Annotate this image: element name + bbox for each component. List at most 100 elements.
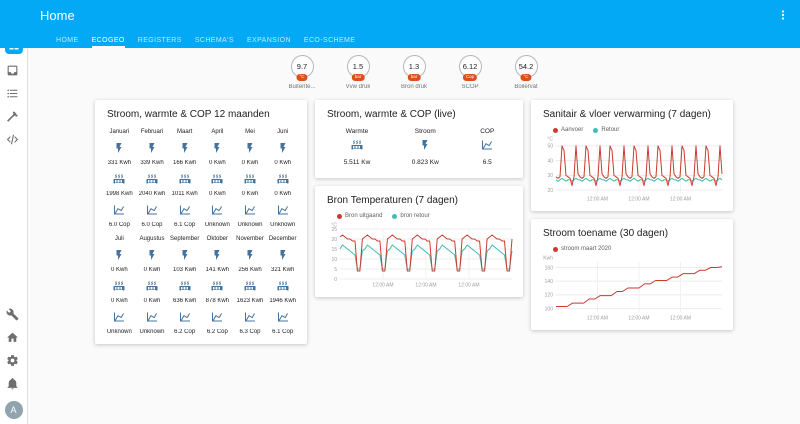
sidebar-item-logbook[interactable] — [6, 87, 21, 102]
entity-value[interactable]: 6.2 Cop — [201, 329, 234, 335]
entity-value[interactable]: Unknown — [103, 329, 136, 335]
entity-icon-cell[interactable] — [266, 202, 299, 217]
entity-value[interactable]: Unknown — [234, 222, 267, 228]
entity-icon-cell[interactable] — [266, 278, 299, 293]
entity-icon-cell[interactable] — [103, 171, 136, 186]
entity-icon-cell[interactable] — [234, 140, 267, 155]
entity-value[interactable]: 0 Kwh — [201, 191, 234, 197]
entity-value[interactable]: Unknown — [266, 222, 299, 228]
entity-value[interactable]: 0 Kwh — [234, 160, 267, 166]
entity-icon-cell[interactable] — [136, 171, 169, 186]
entity-value[interactable]: 0 Kwh — [103, 298, 136, 304]
badge-buitente[interactable]: 9.7°CBuitente... — [280, 55, 324, 90]
user-avatar[interactable]: A — [5, 401, 23, 419]
entity-value[interactable]: 0 Kwh — [266, 160, 299, 166]
entity-value[interactable]: 2040 Kwh — [136, 191, 169, 197]
entity-value[interactable]: 0 Kwh — [234, 191, 267, 197]
sidebar-item-tools[interactable] — [6, 110, 21, 125]
entity-icon-cell[interactable] — [103, 202, 136, 217]
entity-icon-cell[interactable] — [234, 202, 267, 217]
entity-icon-cell[interactable] — [201, 309, 234, 324]
tab-eco-scheme[interactable]: ECO-SCHEME — [304, 37, 355, 48]
entity-value[interactable]: 0 Kwh — [201, 160, 234, 166]
flash-icon — [419, 139, 431, 151]
entity-value[interactable]: 0 Kwh — [136, 298, 169, 304]
badge-boilervat[interactable]: 54.2°CBoilervat — [504, 55, 548, 90]
entity-icon-cell[interactable] — [136, 247, 169, 262]
entity-icon-cell[interactable] — [266, 247, 299, 262]
badge-scop[interactable]: 6.12CopSCOP — [448, 55, 492, 90]
tab-home[interactable]: HOME — [56, 37, 79, 48]
entity-icon-cell[interactable] — [136, 278, 169, 293]
entity-value[interactable]: 0 Kwh — [266, 191, 299, 197]
entity-icon-cell[interactable] — [103, 140, 136, 155]
live-entity-warmte[interactable]: Warmte5.511 Kw — [344, 128, 371, 166]
entity-value[interactable]: 1623 Kwh — [234, 298, 267, 304]
entity-value[interactable]: 321 Kwh — [266, 267, 299, 273]
entity-icon-cell[interactable] — [234, 278, 267, 293]
entity-icon-cell[interactable] — [168, 278, 201, 293]
entity-icon-cell[interactable] — [168, 171, 201, 186]
entity-value[interactable]: 103 Kwh — [168, 267, 201, 273]
entity-icon-cell[interactable] — [168, 140, 201, 155]
entity-icon-cell[interactable] — [201, 140, 234, 155]
entity-value[interactable]: 339 Kwh — [136, 160, 169, 166]
sidebar-item-notifications[interactable] — [6, 377, 21, 392]
sidebar-item-developer-tools[interactable] — [6, 133, 21, 148]
entity-value[interactable]: Unknown — [136, 329, 169, 335]
entity-value[interactable]: 1011 Kwh — [168, 191, 201, 197]
entity-value[interactable]: 878 Kwh — [201, 298, 234, 304]
entity-value[interactable]: 0 Kwh — [103, 267, 136, 273]
entity-icon-cell[interactable] — [103, 309, 136, 324]
entity-icon-cell[interactable] — [201, 171, 234, 186]
entity-value[interactable]: 6.3 Cop — [234, 329, 267, 335]
live-entity-stroom[interactable]: Stroom0.823 Kw — [412, 128, 439, 166]
entity-icon-cell[interactable] — [266, 171, 299, 186]
entity-icon-cell[interactable] — [234, 309, 267, 324]
entity-value[interactable]: 1946 Kwh — [266, 298, 299, 304]
entity-icon-cell[interactable] — [168, 309, 201, 324]
sidebar-item-supervisor[interactable] — [6, 308, 21, 323]
entity-icon-cell[interactable] — [136, 140, 169, 155]
entity-value[interactable]: 6.1 Cop — [168, 222, 201, 228]
badge-bron-druk[interactable]: 1.3barBron druk — [392, 55, 436, 90]
entity-name: Januari — [103, 126, 136, 135]
entity-icon-cell[interactable] — [234, 247, 267, 262]
entity-icon-cell[interactable] — [234, 171, 267, 186]
tab-expansion[interactable]: EXPANSION — [247, 37, 291, 48]
entity-icon-cell[interactable] — [103, 278, 136, 293]
tab-schema-s[interactable]: SCHEMA'S — [195, 37, 234, 48]
sidebar-item-inbox[interactable] — [6, 64, 21, 79]
entity-value[interactable]: 166 Kwh — [168, 160, 201, 166]
entity-icon-cell[interactable] — [201, 247, 234, 262]
tab-ecogeo[interactable]: ECOGEO — [92, 37, 125, 48]
entity-value[interactable]: 6.1 Cop — [266, 329, 299, 335]
entity-value[interactable]: 331 Kwh — [103, 160, 136, 166]
svg-text:12:00 AM: 12:00 AM — [670, 197, 691, 203]
entity-value[interactable]: 6.0 Cop — [136, 222, 169, 228]
entity-icon-cell[interactable] — [201, 202, 234, 217]
entity-icon-cell[interactable] — [201, 278, 234, 293]
sidebar-item-home[interactable] — [6, 331, 21, 346]
entity-icon-cell[interactable] — [266, 140, 299, 155]
entity-value[interactable]: 141 Kwh — [201, 267, 234, 273]
entity-icon-cell[interactable] — [168, 202, 201, 217]
entity-icon-cell[interactable] — [136, 202, 169, 217]
entity-icon-cell[interactable] — [266, 309, 299, 324]
svg-text:50: 50 — [547, 144, 553, 150]
sidebar-item-configuration[interactable] — [6, 354, 21, 369]
entity-value[interactable]: 6.0 Cop — [103, 222, 136, 228]
overflow-menu-button[interactable] — [776, 8, 790, 22]
entity-value[interactable]: 6.2 Cop — [168, 329, 201, 335]
entity-value[interactable]: Unknown — [201, 222, 234, 228]
entity-value[interactable]: 1998 Kwh — [103, 191, 136, 197]
entity-value[interactable]: 256 Kwh — [234, 267, 267, 273]
live-entity-cop[interactable]: COP6.5 — [480, 128, 494, 166]
entity-value[interactable]: 0 Kwh — [136, 267, 169, 273]
badge-vvw-druk[interactable]: 1.5barVvw druk — [336, 55, 380, 90]
entity-value[interactable]: 636 Kwh — [168, 298, 201, 304]
tab-registers[interactable]: REGISTERS — [138, 37, 182, 48]
entity-icon-cell[interactable] — [136, 309, 169, 324]
entity-icon-cell[interactable] — [103, 247, 136, 262]
entity-icon-cell[interactable] — [168, 247, 201, 262]
